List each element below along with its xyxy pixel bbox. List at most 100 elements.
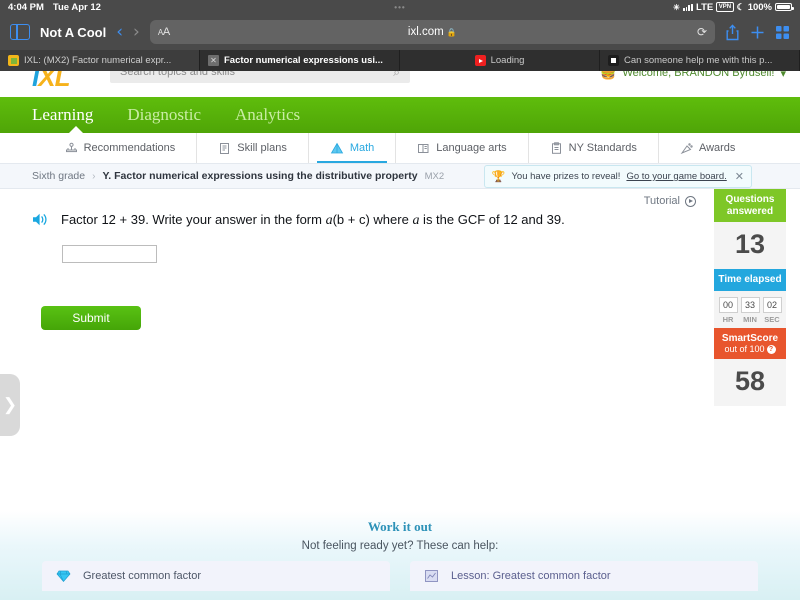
smartscore-value: 58: [714, 359, 786, 407]
back-button[interactable]: ‹: [116, 23, 123, 41]
welcome-label: Welcome, BRANDON Byrdsell!: [622, 71, 775, 79]
tab-label: Loading: [490, 55, 525, 66]
forward-button[interactable]: ›: [133, 23, 140, 41]
lock-icon: 🔒: [446, 28, 457, 37]
question-area: Tutorial Factor 12 + 39. Write your answ…: [0, 189, 800, 490]
ixl-header: IXL Search topics and skills ⌕ 🍔 Welcome…: [0, 71, 800, 97]
awards-icon: [680, 142, 693, 154]
ixl-logo[interactable]: IXL: [32, 71, 70, 93]
questions-answered-value: 13: [714, 222, 786, 269]
browser-tab[interactable]: IXL: (MX2) Factor numerical expr...: [0, 50, 200, 71]
tab-label: Factor numerical expressions usi...: [224, 55, 383, 66]
score-panel: Questions answered 13 Time elapsed 00 HR…: [714, 189, 786, 407]
youtube-favicon-icon: [474, 55, 486, 66]
share-icon[interactable]: [725, 23, 740, 41]
account-menu[interactable]: 🍔 Welcome, BRANDON Byrdsell! ▾: [600, 71, 786, 81]
question-part-1: Factor 12 + 39. Write your answer in the…: [61, 212, 326, 227]
network-type: LTE: [696, 1, 714, 13]
subnav-item-ny-standards[interactable]: NY Standards: [529, 133, 659, 163]
tab-label: IXL: (MX2) Factor numerical expr...: [24, 55, 172, 66]
tab-close-icon[interactable]: ✕: [208, 55, 219, 66]
trophy-icon: 🏆: [491, 171, 506, 183]
browser-tab[interactable]: Loading: [400, 50, 600, 71]
help-card-label: Lesson: Greatest common factor: [451, 570, 611, 582]
help-card-lesson[interactable]: Lesson: Greatest common factor: [410, 561, 758, 591]
subnav-item-math[interactable]: Math: [309, 133, 397, 163]
breadcrumb: Sixth grade › Y. Factor numerical expres…: [0, 163, 800, 189]
battery-percent: 100%: [747, 1, 772, 13]
signal-bars-icon: [682, 3, 694, 11]
chevron-down-icon[interactable]: ▾: [780, 71, 786, 80]
question-text: Factor 12 + 39. Write your answer in the…: [61, 211, 565, 231]
skill-code: MX2: [424, 170, 445, 182]
time-minutes: 33: [740, 296, 760, 313]
browser-toolbar: Not A Cool ‹ › AA ixl.com 🔒 ⟳: [0, 14, 800, 50]
nav-item-learning[interactable]: Learning: [32, 105, 93, 125]
subnav-label: Awards: [698, 142, 736, 154]
browser-tab[interactable]: Can someone help me with this p...: [600, 50, 800, 71]
prize-banner: 🏆 You have prizes to reveal! Go to your …: [483, 165, 752, 188]
speaker-icon[interactable]: [32, 212, 49, 227]
question-var-a: a: [325, 213, 333, 228]
search-icon[interactable]: ⌕: [393, 71, 400, 80]
status-time: 4:04 PM: [8, 1, 44, 13]
search-input[interactable]: Search topics and skills ⌕: [110, 71, 410, 83]
screen: 4:04 PM Tue Apr 12 ••• ✳ LTE VPN ☾ 100% …: [0, 0, 800, 600]
previous-panel-button[interactable]: ❯: [0, 374, 20, 436]
time-hours: 00: [718, 296, 738, 313]
ixl-favicon-icon: [8, 55, 19, 66]
subnav-item-recommendations[interactable]: Recommendations: [44, 133, 198, 163]
breadcrumb-grade[interactable]: Sixth grade: [32, 170, 85, 182]
subnav-item-skill-plans[interactable]: Skill plans: [197, 133, 309, 163]
questions-answered-label: Questions answered: [714, 189, 786, 222]
help-card-greatest-common-factor[interactable]: Greatest common factor: [42, 561, 390, 591]
prize-text: You have prizes to reveal!: [511, 171, 621, 182]
url-text: ixl.com 🔒: [407, 26, 457, 38]
subnav-label: Math: [349, 142, 375, 154]
answer-input[interactable]: [62, 245, 157, 263]
work-it-out-subtitle: Not feeling ready yet? These can help:: [301, 540, 499, 552]
subnav-item-language-arts[interactable]: Language arts: [396, 133, 529, 163]
brainly-favicon-icon: [608, 55, 619, 66]
window-title: Not A Cool: [40, 24, 107, 40]
question-part-2: where: [369, 212, 413, 227]
close-icon[interactable]: ✕: [735, 170, 744, 183]
browser-tab-strip: IXL: (MX2) Factor numerical expr... ✕ Fa…: [0, 50, 800, 71]
smartscore-sub: out of 100?: [716, 344, 784, 355]
subnav-label: Language arts: [436, 142, 507, 154]
sidebar-toggle-icon[interactable]: [10, 24, 30, 40]
address-bar[interactable]: AA ixl.com 🔒 ⟳: [149, 20, 715, 44]
time-hours-unit: HR: [722, 314, 734, 324]
play-icon[interactable]: [685, 195, 696, 207]
diamond-icon: [56, 570, 71, 583]
new-tab-icon[interactable]: [750, 25, 765, 40]
help-icon[interactable]: ?: [766, 345, 776, 355]
search-placeholder: Search topics and skills: [120, 71, 235, 78]
vpn-badge: VPN: [716, 2, 734, 12]
help-card-label: Greatest common factor: [83, 570, 201, 582]
smartscore-title: SmartScore: [721, 332, 779, 344]
submit-button[interactable]: Submit: [41, 306, 141, 330]
lesson-icon: [425, 570, 438, 582]
nav-item-diagnostic[interactable]: Diagnostic: [127, 105, 201, 125]
time-minutes-unit: MIN: [743, 314, 757, 324]
time-elapsed-label: Time elapsed: [714, 269, 786, 291]
tutorial-link[interactable]: Tutorial: [644, 195, 696, 207]
hamburger-food-icon: 🍔: [600, 71, 617, 80]
subnav-label: Recommendations: [83, 142, 176, 154]
question-expr: (b + c): [332, 212, 370, 227]
standards-icon: [551, 141, 561, 154]
tab-overview-icon[interactable]: [775, 25, 790, 40]
time-seconds-unit: SEC: [764, 314, 780, 324]
nav-item-analytics[interactable]: Analytics: [235, 105, 300, 125]
skill-plans-icon: [220, 142, 230, 154]
smartscore-label: SmartScore out of 100?: [714, 327, 786, 360]
subnav-item-awards[interactable]: Awards: [659, 133, 756, 163]
language-arts-icon: [418, 143, 429, 153]
secondary-nav: Recommendations Skill plans Math Languag…: [0, 133, 800, 163]
game-board-link[interactable]: Go to your game board.: [626, 171, 726, 182]
browser-tab[interactable]: ✕ Factor numerical expressions usi...: [200, 50, 400, 71]
multitask-dots-icon: •••: [394, 2, 406, 12]
recommendations-icon: [65, 142, 77, 152]
moon-icon: ☾: [736, 1, 745, 12]
